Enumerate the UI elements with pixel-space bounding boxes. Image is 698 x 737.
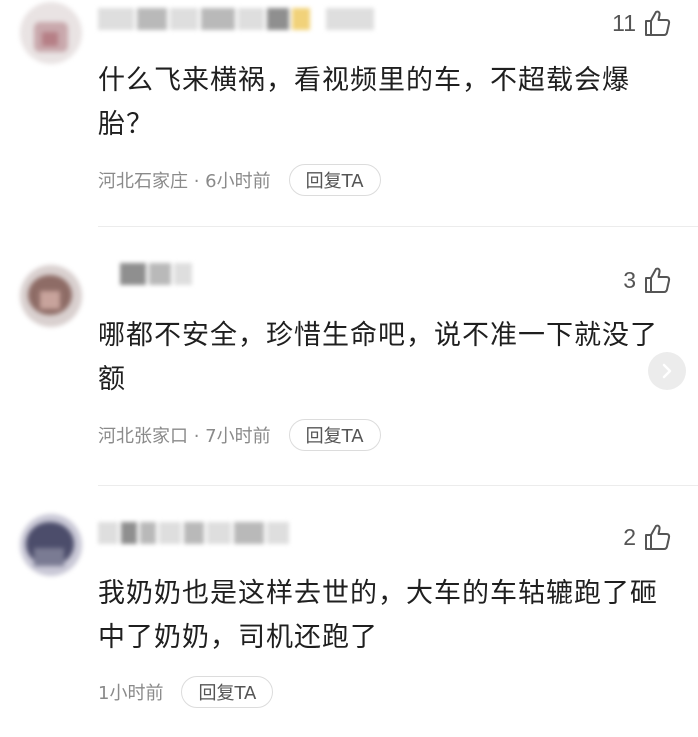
username-blurred[interactable]: [98, 8, 374, 30]
location-time: 河北张家口 · 7小时前: [98, 426, 271, 447]
avatar[interactable]: [20, 265, 82, 327]
comment-item: 11 什么飞来横祸，看视频里的车，不超载会爆胎？ 河北石家庄 · 6小时前 回复…: [0, 0, 698, 225]
like-count: 11: [612, 9, 636, 36]
comment-meta: 1小时前 回复TA: [98, 674, 274, 710]
comment-item: 2 我奶奶也是这样去世的，大车的车轱辘跑了砸中了奶奶，司机还跑了 1小时前 回复…: [0, 486, 698, 737]
like-button[interactable]: 11: [612, 6, 672, 40]
like-button[interactable]: 3: [623, 263, 672, 297]
comment-text: 我奶奶也是这样去世的，大车的车轱辘跑了砸中了奶奶，司机还跑了: [98, 578, 658, 653]
like-count: 2: [623, 523, 636, 550]
comment-meta: 河北张家口 · 7小时前 回复TA: [98, 417, 381, 453]
comment-text: 哪都不安全，珍惜生命吧，说不准一下就没了额: [98, 320, 658, 395]
reply-button[interactable]: 回复TA: [181, 676, 274, 708]
like-count: 3: [623, 266, 636, 293]
location-time: 1小时前: [98, 683, 164, 704]
thumbs-up-icon: [645, 267, 671, 293]
thumbs-up-icon: [645, 524, 671, 550]
avatar[interactable]: [20, 2, 82, 64]
reply-button[interactable]: 回复TA: [288, 419, 381, 451]
like-button[interactable]: 2: [623, 520, 672, 554]
username-blurred[interactable]: [120, 263, 192, 285]
avatar[interactable]: [20, 514, 82, 576]
location-time: 河北石家庄 · 6小时前: [98, 171, 271, 192]
comment-item: 3 哪都不安全，珍惜生命吧，说不准一下就没了额 河北张家口 · 7小时前 回复T…: [0, 227, 698, 485]
reply-button[interactable]: 回复TA: [288, 164, 381, 196]
scroll-next-button[interactable]: [648, 352, 686, 390]
username-blurred[interactable]: [98, 522, 289, 544]
comment-meta: 河北石家庄 · 6小时前 回复TA: [98, 162, 381, 198]
comment-text: 什么飞来横祸，看视频里的车，不超载会爆胎？: [98, 65, 630, 140]
chevron-right-icon: [662, 363, 672, 379]
thumbs-up-icon: [645, 10, 671, 36]
